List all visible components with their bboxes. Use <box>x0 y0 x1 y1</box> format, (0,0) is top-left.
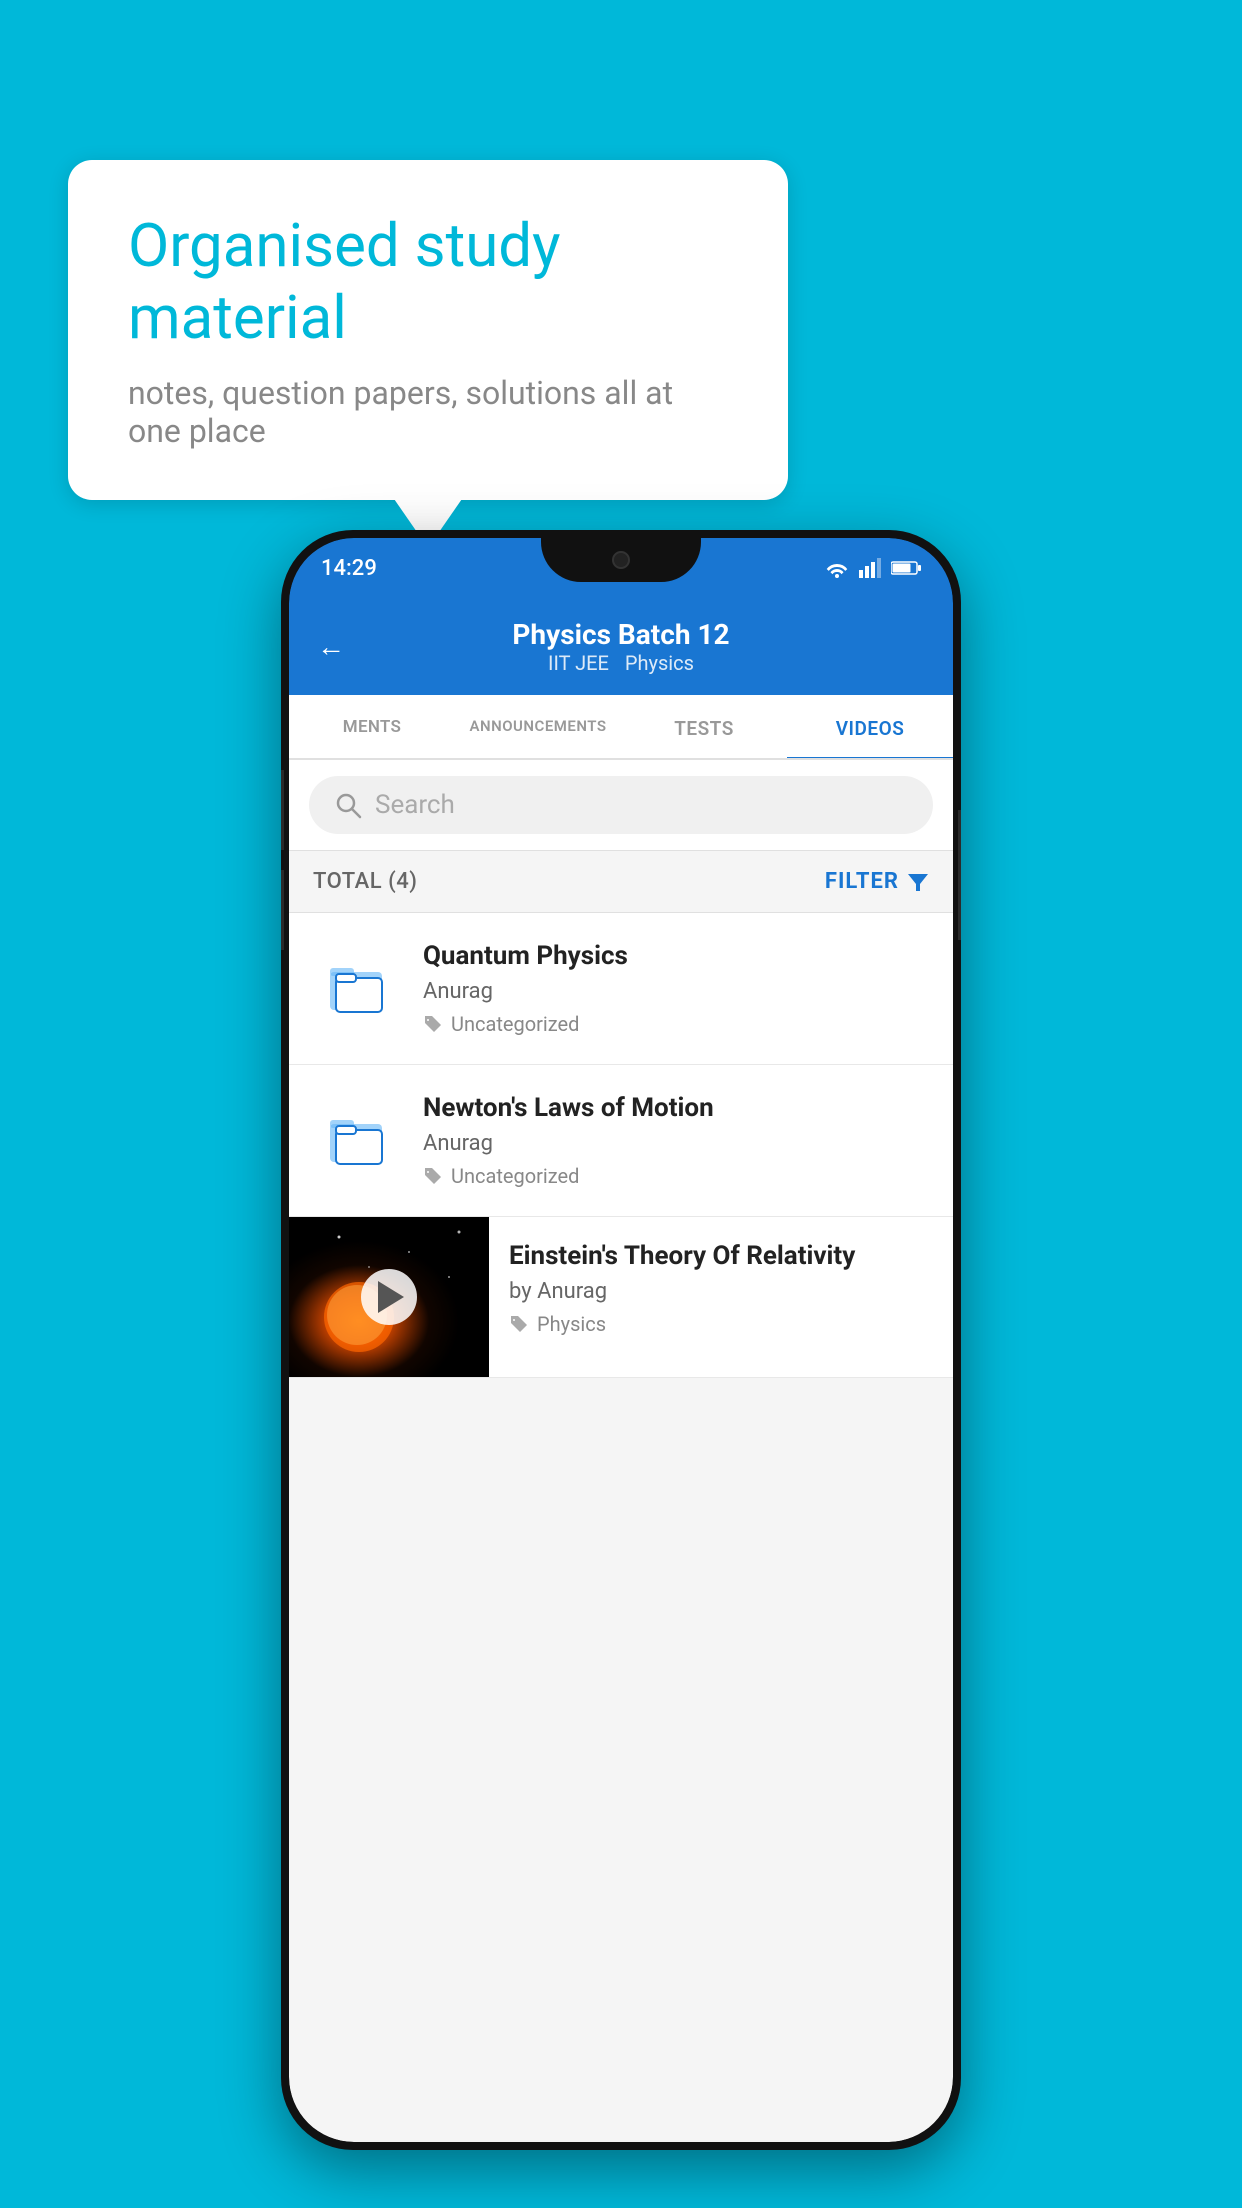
tab-ments[interactable]: MENTS <box>289 695 455 758</box>
back-button[interactable]: ← <box>317 630 345 663</box>
video-info-2: Newton's Laws of Motion Anurag Uncategor… <box>423 1093 929 1188</box>
speech-bubble-subtitle: notes, question papers, solutions all at… <box>128 374 728 450</box>
folder-thumbnail-2 <box>313 1093 403 1183</box>
status-bar: 14:29 <box>289 538 953 598</box>
search-bar[interactable]: Search <box>309 776 933 834</box>
tag-icon <box>423 1014 443 1034</box>
video-author-2: Anurag <box>423 1131 929 1156</box>
wifi-icon <box>823 558 851 578</box>
video-list: Quantum Physics Anurag Uncategorized <box>289 913 953 1378</box>
search-placeholder: Search <box>375 790 455 820</box>
list-item[interactable]: Quantum Physics Anurag Uncategorized <box>289 913 953 1065</box>
video-title-1: Quantum Physics <box>423 941 929 971</box>
tabs: MENTS ANNOUNCEMENTS TESTS VIDEOS <box>289 695 953 760</box>
phone-frame: 14:29 <box>281 530 961 2150</box>
tab-announcements[interactable]: ANNOUNCEMENTS <box>455 695 621 758</box>
filter-bar: TOTAL (4) FILTER <box>289 851 953 913</box>
video-title-3: Einstein's Theory Of Relativity <box>509 1241 933 1271</box>
phone-screen: 14:29 <box>289 538 953 2142</box>
status-time: 14:29 <box>321 556 377 581</box>
video-tag-3: Physics <box>509 1312 933 1336</box>
total-count: TOTAL (4) <box>313 869 417 894</box>
speech-bubble: Organised study material notes, question… <box>68 160 788 500</box>
tag-icon <box>509 1314 529 1334</box>
notch <box>541 538 701 582</box>
video-info-1: Quantum Physics Anurag Uncategorized <box>423 941 929 1036</box>
tab-videos[interactable]: VIDEOS <box>787 695 953 758</box>
filter-label: FILTER <box>825 869 899 894</box>
filter-button[interactable]: FILTER <box>825 869 929 894</box>
phone-inner: 14:29 <box>289 538 953 2142</box>
header-title-group: Physics Batch 12 IIT JEE Physics <box>365 618 877 675</box>
subtitle-physics: Physics <box>625 651 694 675</box>
tab-tests[interactable]: TESTS <box>621 695 787 758</box>
signal-icon <box>859 558 883 578</box>
play-triangle <box>378 1281 404 1313</box>
volume-up-button[interactable] <box>281 770 284 850</box>
video-tag-1: Uncategorized <box>423 1012 929 1036</box>
video-author-1: Anurag <box>423 979 929 1004</box>
status-icons <box>823 558 921 578</box>
video-thumbnail-3 <box>289 1217 489 1377</box>
search-container: Search <box>289 760 953 851</box>
play-button[interactable] <box>361 1269 417 1325</box>
folder-icon <box>322 950 394 1022</box>
filter-icon <box>907 871 929 893</box>
list-item[interactable]: Einstein's Theory Of Relativity by Anura… <box>289 1217 953 1378</box>
power-button[interactable] <box>958 810 961 940</box>
video-title-2: Newton's Laws of Motion <box>423 1093 929 1123</box>
subtitle-iit: IIT JEE <box>548 651 609 675</box>
folder-thumbnail-1 <box>313 941 403 1031</box>
batch-subtitle: IIT JEE Physics <box>365 651 877 675</box>
list-item[interactable]: Newton's Laws of Motion Anurag Uncategor… <box>289 1065 953 1217</box>
search-icon <box>333 790 363 820</box>
folder-icon <box>322 1102 394 1174</box>
batch-title: Physics Batch 12 <box>365 618 877 651</box>
content-area: Search TOTAL (4) FILTER <box>289 760 953 2142</box>
tag-icon <box>423 1166 443 1186</box>
camera <box>612 551 630 569</box>
video-tag-2: Uncategorized <box>423 1164 929 1188</box>
volume-down-button[interactable] <box>281 870 284 950</box>
battery-icon <box>891 560 921 576</box>
speech-bubble-title: Organised study material <box>128 210 728 354</box>
video-info-3: Einstein's Theory Of Relativity by Anura… <box>489 1217 953 1356</box>
app-header: ← Physics Batch 12 IIT JEE Physics <box>289 598 953 695</box>
video-author-3: by Anurag <box>509 1279 933 1304</box>
